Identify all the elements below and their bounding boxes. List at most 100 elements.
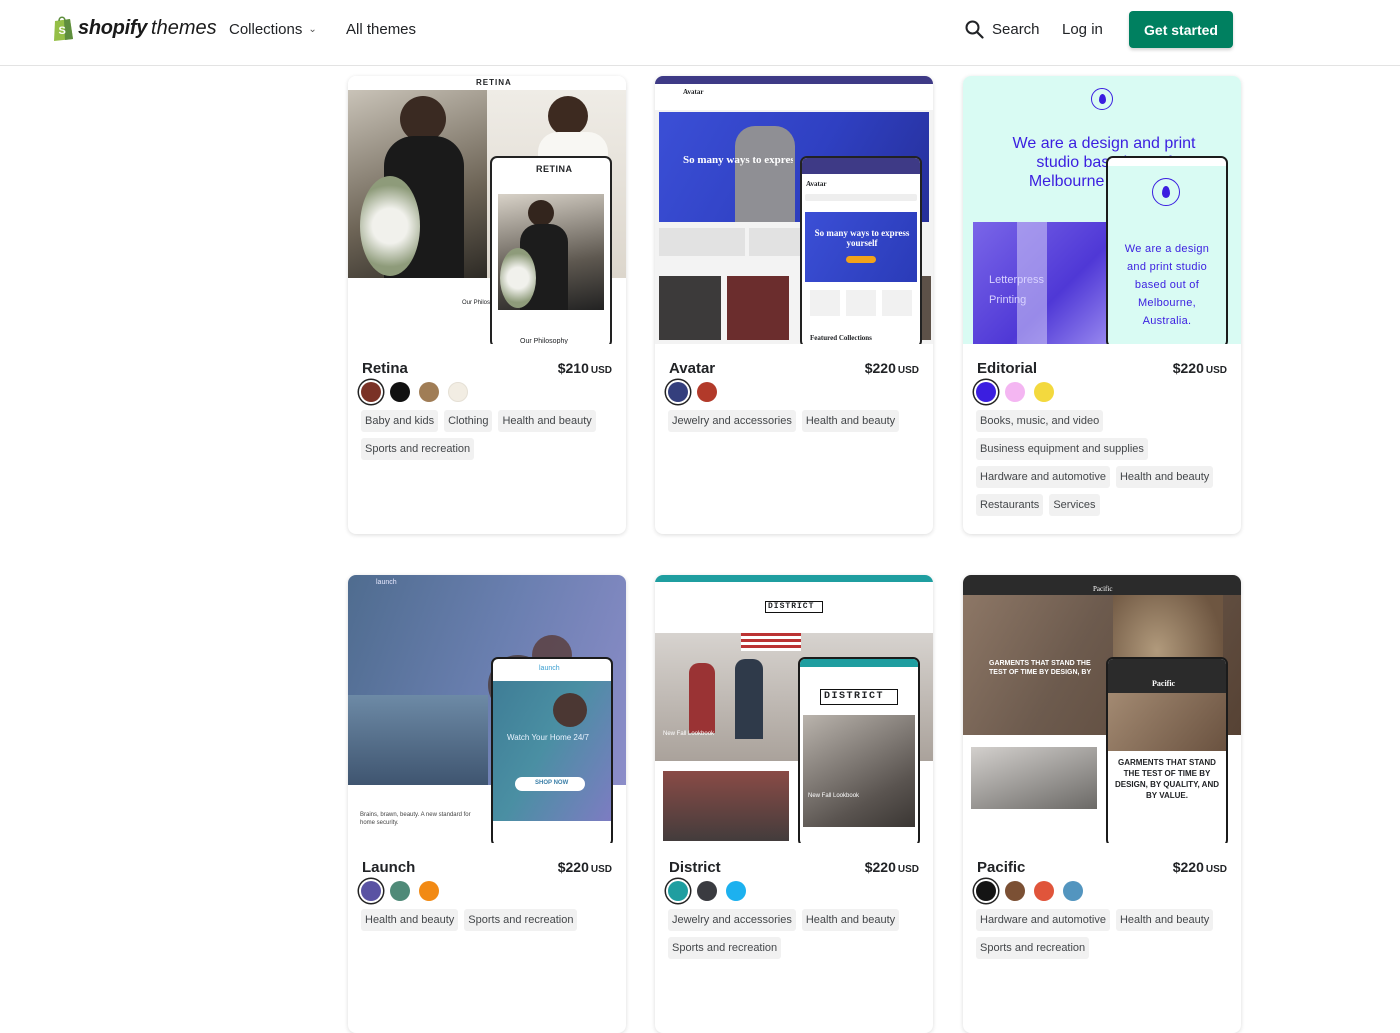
login-link[interactable]: Log in bbox=[1062, 21, 1103, 38]
theme-preview-retina[interactable]: RETINA Our Philosophy RETINA Our Philoso… bbox=[348, 76, 626, 344]
color-swatches bbox=[976, 881, 1092, 901]
color-swatches bbox=[976, 382, 1063, 402]
category-tag[interactable]: Health and beauty bbox=[801, 410, 900, 432]
swatch-0[interactable] bbox=[361, 382, 381, 402]
theme-price: $220 USD bbox=[864, 360, 919, 376]
mobile-preview: Pacific GARMENTS THAT STAND THE TEST OF … bbox=[1106, 657, 1228, 843]
theme-name[interactable]: Avatar bbox=[669, 360, 715, 377]
mobile-logo: DISTRICT bbox=[824, 691, 885, 702]
swatch-1[interactable] bbox=[697, 382, 717, 402]
category-tag[interactable]: Sports and recreation bbox=[976, 937, 1090, 959]
theme-name[interactable]: Retina bbox=[362, 360, 408, 377]
swatch-2[interactable] bbox=[1034, 382, 1054, 402]
swatch-2[interactable] bbox=[419, 881, 439, 901]
theme-preview-editorial[interactable]: We are a design and print studio based o… bbox=[963, 76, 1241, 344]
search-button[interactable]: Search bbox=[965, 20, 1040, 39]
color-swatches bbox=[668, 881, 755, 901]
category-tags: Hardware and automotive Health and beaut… bbox=[976, 909, 1236, 965]
preview-headline: So many ways to express yourself bbox=[683, 154, 793, 166]
category-tag[interactable]: Health and beauty bbox=[801, 909, 900, 931]
color-swatches bbox=[668, 382, 726, 402]
swatch-1[interactable] bbox=[390, 382, 410, 402]
theme-card-district[interactable]: DISTRICT New Fall Lookbook DISTRICT New … bbox=[655, 575, 933, 1033]
preview-logo: Pacific bbox=[1093, 585, 1113, 593]
category-tag[interactable]: Hardware and automotive bbox=[976, 466, 1110, 488]
category-tag[interactable]: Restaurants bbox=[976, 494, 1044, 516]
category-tag[interactable]: Health and beauty bbox=[1115, 909, 1214, 931]
category-tag[interactable]: Sports and recreation bbox=[668, 937, 782, 959]
category-tag[interactable]: Sports and recreation bbox=[464, 909, 578, 931]
search-icon bbox=[965, 20, 984, 39]
swatch-1[interactable] bbox=[697, 881, 717, 901]
theme-card-editorial[interactable]: We are a design and print studio based o… bbox=[963, 76, 1241, 534]
category-tag[interactable]: Books, music, and video bbox=[976, 410, 1104, 432]
swatch-3[interactable] bbox=[1063, 881, 1083, 901]
color-swatches bbox=[361, 382, 477, 402]
mobile-caption: Our Philosophy bbox=[520, 338, 568, 344]
preview-caption: Letterpress Printing bbox=[989, 274, 1045, 306]
get-started-button[interactable]: Get started bbox=[1129, 11, 1233, 48]
theme-preview-district[interactable]: DISTRICT New Fall Lookbook DISTRICT New … bbox=[655, 575, 933, 843]
category-tag[interactable]: Sports and recreation bbox=[361, 438, 475, 460]
mobile-headline: GARMENTS THAT STAND THE TEST OF TIME BY … bbox=[1114, 758, 1219, 800]
theme-card-retina[interactable]: RETINA Our Philosophy RETINA Our Philoso… bbox=[348, 76, 626, 534]
category-tags: Books, music, and video Business equipme… bbox=[976, 410, 1236, 522]
swatch-0[interactable] bbox=[668, 382, 688, 402]
shopify-themes-logo[interactable]: S shopify themes bbox=[52, 15, 217, 41]
category-tag[interactable]: Hardware and automotive bbox=[976, 909, 1110, 931]
category-tag[interactable]: Health and beauty bbox=[498, 410, 596, 432]
theme-name[interactable]: District bbox=[669, 859, 721, 876]
nav-all-themes[interactable]: All themes bbox=[346, 21, 416, 38]
theme-name[interactable]: Launch bbox=[362, 859, 415, 876]
theme-name[interactable]: Pacific bbox=[977, 859, 1025, 876]
mobile-shop-button: SHOP NOW bbox=[535, 780, 569, 786]
category-tag[interactable]: Jewelry and accessories bbox=[668, 909, 796, 931]
theme-price: $210 USD bbox=[557, 360, 612, 376]
swatch-0[interactable] bbox=[668, 881, 688, 901]
chevron-down-icon: ⌄ bbox=[308, 24, 317, 35]
preview-logo: DISTRICT bbox=[768, 602, 815, 611]
swatch-0[interactable] bbox=[976, 382, 996, 402]
swatch-0[interactable] bbox=[361, 881, 381, 901]
swatch-2[interactable] bbox=[1034, 881, 1054, 901]
swatch-2[interactable] bbox=[419, 382, 439, 402]
mobile-preview: DISTRICT New Fall Lookbook bbox=[798, 657, 920, 843]
theme-preview-avatar[interactable]: Avatar So many ways to express yourself … bbox=[655, 76, 933, 344]
theme-card-launch[interactable]: launch Brains, brawn, beauty. A new stan… bbox=[348, 575, 626, 1033]
theme-price: $220 USD bbox=[1172, 859, 1227, 875]
theme-preview-launch[interactable]: launch Brains, brawn, beauty. A new stan… bbox=[348, 575, 626, 843]
svg-text:S: S bbox=[59, 25, 66, 37]
category-tag[interactable]: Jewelry and accessories bbox=[668, 410, 796, 432]
mobile-preview: Avatar So many ways to express yourself … bbox=[800, 156, 922, 344]
theme-name[interactable]: Editorial bbox=[977, 360, 1037, 377]
swatch-1[interactable] bbox=[1005, 382, 1025, 402]
category-tag[interactable]: Health and beauty bbox=[361, 909, 459, 931]
swatch-0[interactable] bbox=[976, 881, 996, 901]
theme-price: $220 USD bbox=[864, 859, 919, 875]
mobile-preview: We are a design and print studio based o… bbox=[1106, 156, 1228, 344]
theme-card-pacific[interactable]: Pacific GARMENTS THAT STAND THE TEST OF … bbox=[963, 575, 1241, 1033]
theme-card-avatar[interactable]: Avatar So many ways to express yourself … bbox=[655, 76, 933, 534]
category-tags: Health and beauty Sports and recreation bbox=[361, 909, 621, 937]
category-tag[interactable]: Services bbox=[1049, 494, 1100, 516]
mobile-preview: RETINA Our Philosophy bbox=[490, 156, 612, 344]
category-tag[interactable]: Baby and kids bbox=[361, 410, 439, 432]
swatch-3[interactable] bbox=[448, 382, 468, 402]
mobile-headline: Watch Your Home 24/7 bbox=[507, 733, 589, 742]
swatch-1[interactable] bbox=[1005, 881, 1025, 901]
mobile-caption: Featured Collections bbox=[810, 334, 872, 342]
category-tag[interactable]: Business equipment and supplies bbox=[976, 438, 1148, 460]
preview-logo: Avatar bbox=[683, 88, 704, 96]
theme-preview-pacific[interactable]: Pacific GARMENTS THAT STAND THE TEST OF … bbox=[963, 575, 1241, 843]
brand-name: shopify bbox=[78, 16, 148, 39]
nav-collections[interactable]: Collections ⌄ bbox=[229, 21, 317, 38]
shopify-bag-icon: S bbox=[54, 16, 73, 41]
mobile-headline: So many ways to express yourself bbox=[814, 228, 910, 248]
swatch-1[interactable] bbox=[390, 881, 410, 901]
swatch-2[interactable] bbox=[726, 881, 746, 901]
category-tag[interactable]: Health and beauty bbox=[1115, 466, 1214, 488]
category-tags: Baby and kids Clothing Health and beauty… bbox=[361, 410, 621, 466]
category-tag[interactable]: Clothing bbox=[444, 410, 493, 432]
mobile-preview: launch Watch Your Home 24/7 SHOP NOW bbox=[491, 657, 613, 843]
mobile-logo: launch bbox=[539, 665, 560, 672]
